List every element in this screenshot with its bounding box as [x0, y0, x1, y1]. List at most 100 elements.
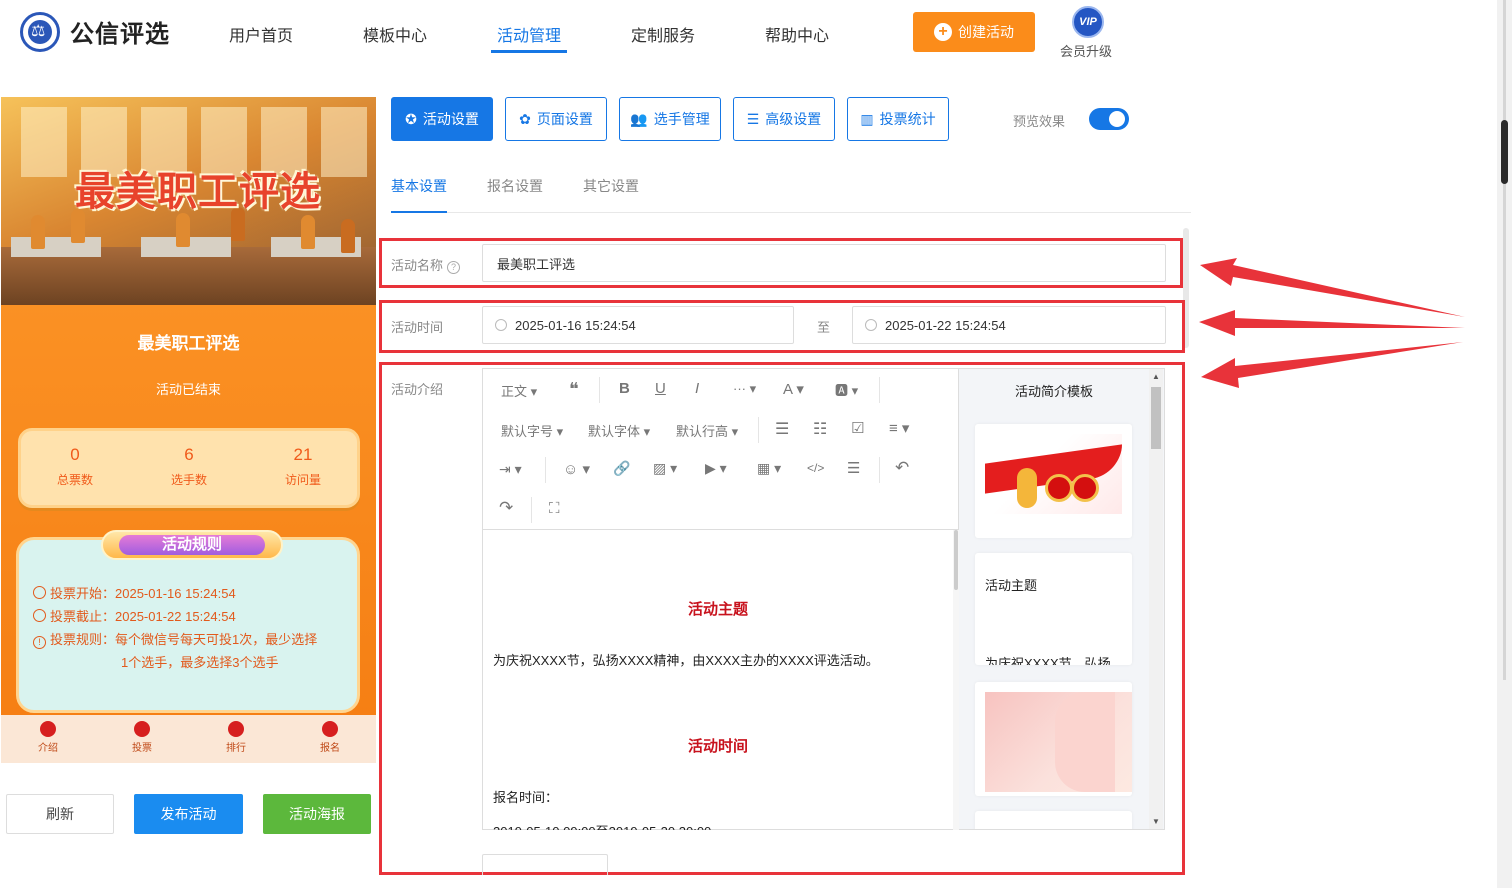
editor-toolbar: 正文 ▾ ❝ B U I ··· ▾ A ▾ 🅰 ▾ 默认字号 ▾ 默认字体 ▾… [483, 369, 958, 530]
nav-help[interactable]: 帮助中心 [765, 22, 829, 46]
subtab-basic[interactable]: 基本设置 [391, 176, 447, 196]
plus-icon: + [934, 23, 952, 41]
preview-status: 活动已结束 [155, 382, 221, 397]
signup-icon [322, 721, 338, 737]
numbered-list-icon[interactable]: ☷ [813, 419, 827, 439]
video-icon[interactable]: ▶ ▾ [705, 460, 727, 477]
underline-icon[interactable]: U [655, 380, 666, 397]
tab-activity-settings[interactable]: ✪ 活动设置 [391, 97, 493, 141]
time-range-separator: 至 [817, 320, 831, 335]
content-heading-time: 活动时间 [687, 738, 748, 755]
vip-upgrade-link[interactable]: 会员升级 [1060, 41, 1112, 60]
activity-time-label: 活动时间 [391, 320, 444, 335]
tab-contestant-management[interactable]: 👥 选手管理 [619, 97, 721, 141]
tab-vote-statistics[interactable]: ▥ 投票统计 [847, 97, 949, 141]
stat-contestants: 6 选手数 [170, 445, 207, 487]
info-icon: ! [33, 636, 46, 649]
refresh-button[interactable]: 刷新 [6, 794, 114, 834]
preview-tabbar: 介绍 投票 排行 报名 [1, 715, 376, 763]
mobile-preview: 最美职工评选 最美职工评选 活动已结束 0 总票数 6 选手数 21 访问量 活动规则… [1, 97, 376, 763]
tab-intro[interactable]: 介绍 [18, 721, 78, 754]
activity-intro-label: 活动介绍 [391, 382, 444, 397]
vote-icon [134, 721, 150, 737]
redo-icon[interactable]: ↷ [499, 498, 513, 518]
template-card-pink[interactable] [975, 682, 1132, 796]
code-icon[interactable]: </> [807, 461, 824, 475]
tab-page-settings[interactable]: ✿ 页面设置 [505, 97, 607, 141]
image-icon[interactable]: ▨ ▾ [653, 460, 677, 477]
italic-icon[interactable]: I [695, 380, 699, 397]
undo-icon[interactable]: ↶ [895, 458, 909, 478]
fullscreen-icon[interactable]: ⛶ [549, 500, 560, 517]
quote-icon[interactable]: ❝ [569, 379, 579, 400]
nav-custom-service[interactable]: 定制服务 [631, 22, 695, 46]
end-time-input[interactable]: 2025-01-22 15:24:54 [852, 306, 1166, 344]
bullet-list-icon[interactable]: ☰ [775, 419, 789, 439]
vip-icon[interactable]: VIP [1072, 6, 1104, 38]
editor-footer-input[interactable] [482, 854, 608, 875]
bold-icon[interactable]: B [619, 380, 630, 397]
nav-templates[interactable]: 模板中心 [363, 22, 427, 46]
brand-name[interactable]: 公信评选 [70, 14, 170, 49]
rules-title: 活动规则 [119, 535, 265, 555]
font-family-select[interactable]: 默认字体 ▾ [588, 421, 650, 440]
template-panel: 活动简介模板 活动主题 为庆祝XXXX节，弘扬 ▲ ▼ [959, 368, 1165, 830]
rich-text-editor[interactable]: 正文 ▾ ❝ B U I ··· ▾ A ▾ 🅰 ▾ 默认字号 ▾ 默认字体 ▾… [482, 368, 959, 830]
page-scrollbar[interactable] [1497, 0, 1512, 888]
template-card[interactable] [975, 424, 1132, 538]
table-icon[interactable]: ▦ ▾ [757, 460, 781, 477]
tab-vote[interactable]: 投票 [112, 721, 172, 754]
line-height-select[interactable]: 默认行高 ▾ [676, 421, 738, 440]
activity-banner: 最美职工评选 [1, 97, 376, 305]
emoji-icon[interactable]: ☺ ▾ [563, 460, 590, 478]
subtab-other[interactable]: 其它设置 [583, 176, 639, 196]
stats-panel: 0 总票数 6 选手数 21 访问量 [18, 428, 360, 508]
activity-name-label: 活动名称? [391, 255, 461, 274]
divider-icon[interactable]: ☰ [847, 459, 860, 477]
tab-signup[interactable]: 报名 [300, 721, 360, 754]
subtab-signup[interactable]: 报名设置 [487, 176, 543, 196]
nav-home[interactable]: 用户首页 [229, 22, 293, 46]
users-icon: 👥 [630, 110, 648, 127]
intro-icon [40, 721, 56, 737]
preview-toggle[interactable] [1089, 108, 1129, 130]
create-activity-button[interactable]: + 创建活动 [913, 12, 1035, 52]
tab-rank[interactable]: 排行 [206, 721, 266, 754]
sliders-icon: ☰ [746, 110, 760, 127]
template-card-text[interactable]: 活动主题 为庆祝XXXX节，弘扬 [975, 553, 1132, 665]
preview-toggle-label: 预览效果 [1013, 114, 1066, 129]
clock-icon [495, 319, 507, 331]
editor-content[interactable]: 活动主题 为庆祝XXXX节，弘扬XXXX精神，由XXXX主办的XXXX评选活动。… [483, 530, 953, 830]
content-paragraph: 为庆祝XXXX节，弘扬XXXX精神，由XXXX主办的XXXX评选活动。 [493, 653, 879, 668]
template-scrollbar[interactable]: ▲ ▼ [1149, 369, 1163, 829]
bg-color-icon[interactable]: 🅰 ▾ [835, 380, 858, 399]
more-icon[interactable]: ··· ▾ [733, 381, 756, 397]
rule-voting-cont: 1个选手，最多选择3个选手 [121, 655, 279, 670]
poster-button[interactable]: 活动海报 [263, 794, 371, 834]
publish-button[interactable]: 发布活动 [134, 794, 243, 834]
template-panel-title: 活动简介模板 [1014, 384, 1093, 399]
template-card-title: 活动主题 [985, 578, 1038, 593]
content-heading-theme: 活动主题 [687, 601, 748, 618]
align-icon[interactable]: ≡ ▾ [889, 419, 909, 437]
paragraph-select[interactable]: 正文 ▾ [501, 381, 537, 400]
gear-icon: ✿ [519, 110, 531, 127]
start-time-input[interactable]: 2025-01-16 15:24:54 [482, 306, 794, 344]
rule-start: 投票开始：2025-01-16 15:24:54 [33, 583, 236, 602]
link-icon[interactable]: 🔗 [613, 460, 630, 477]
template-card-partial[interactable] [975, 811, 1132, 829]
indent-icon[interactable]: ⇥ ▾ [499, 461, 522, 478]
activity-name-input[interactable]: 最美职工评选 [482, 244, 1166, 282]
subtab-active-indicator [391, 211, 447, 213]
nav-activity-management[interactable]: 活动管理 [497, 22, 561, 46]
todo-icon[interactable]: ☑ [851, 419, 864, 437]
nav-active-indicator [491, 50, 567, 53]
rule-voting: ! 投票规则：每个微信号每天可投1次，最少选择 [33, 629, 317, 649]
help-icon[interactable]: ? [447, 261, 461, 274]
stat-total-votes: 0 总票数 [56, 445, 93, 487]
logo-icon[interactable] [20, 12, 60, 52]
font-color-icon[interactable]: A ▾ [783, 380, 804, 398]
rules-panel [16, 537, 360, 713]
tab-advanced-settings[interactable]: ☰ 高级设置 [733, 97, 835, 141]
font-size-select[interactable]: 默认字号 ▾ [501, 421, 563, 440]
